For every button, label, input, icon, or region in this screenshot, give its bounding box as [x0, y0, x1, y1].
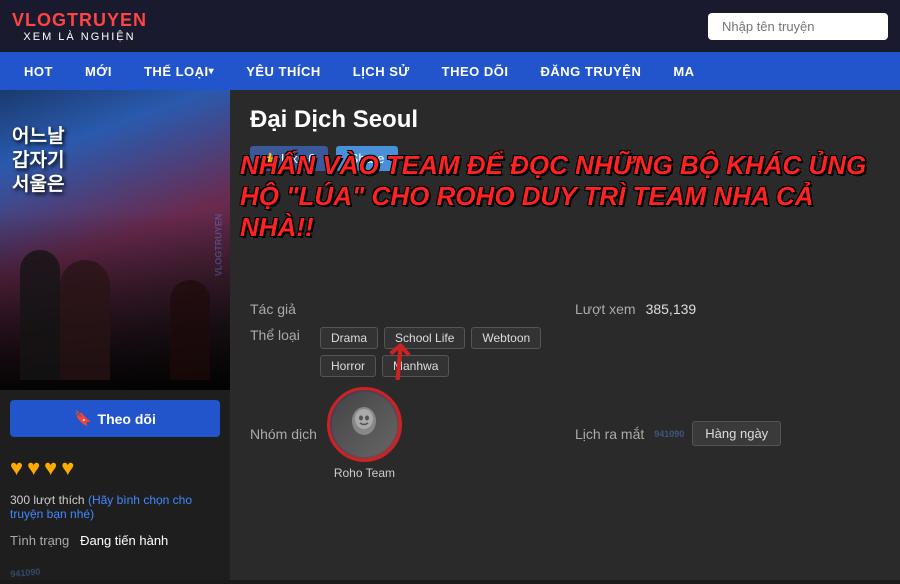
- team-avatar[interactable]: [327, 387, 402, 462]
- tac-gia-label: Tác giả: [250, 301, 310, 317]
- empty-cell: [575, 327, 880, 377]
- nav-item-dangtruyen[interactable]: ĐĂNG TRUYỆN: [525, 52, 658, 90]
- heart-4[interactable]: ♥: [61, 455, 74, 481]
- info-grid: Tác giả Lượt xem 385,139 Thể loại Drama …: [250, 301, 880, 480]
- nav-item-hot[interactable]: HOT: [8, 52, 69, 90]
- team-avatar-wrapper[interactable]: Roho Team: [327, 387, 402, 480]
- logo-top: VLOGTRUYEN: [12, 10, 147, 31]
- luot-xem-label: Lượt xem: [575, 301, 636, 317]
- status-label: Tình trạng: [10, 533, 69, 548]
- nav-item-moi[interactable]: MỚI: [69, 52, 128, 90]
- nhom-dich-area: ↗: [327, 387, 402, 480]
- tag-horror[interactable]: Horror: [320, 355, 376, 377]
- manga-title: Đại Dịch Seoul: [250, 106, 880, 134]
- sidebar: ROHOTEAM 어느날갑자기서울은 VLOGTRUYEN Theo dõi ♥…: [0, 90, 230, 580]
- share-label: Share: [350, 151, 385, 166]
- the-loai-row: Thể loại Drama School Life Webtoon Horro…: [250, 327, 555, 377]
- lich-ra-mat-value: Hàng ngày: [692, 421, 781, 446]
- overlay-line2: HỘ "LÚA" CHO ROHO DUY TRÌ TEAM NHA CẢ NH…: [240, 181, 890, 243]
- lich-ra-mat-row: Lịch ra mắt 941090 Hàng ngày: [575, 387, 880, 480]
- nav-item-theodoi[interactable]: THEO DÕI: [426, 52, 525, 90]
- status-value: Đang tiến hành: [80, 533, 168, 548]
- team-avatar-inner: [332, 392, 397, 457]
- nav-item-ma[interactable]: MA: [657, 52, 710, 90]
- likes-info: 300 lượt thích (Hãy bình chọn cho truyện…: [0, 489, 230, 525]
- tags-container: Drama School Life Webtoon Horror Manhwa: [320, 327, 555, 377]
- likes-count: 300 lượt thích: [10, 493, 85, 507]
- heart-1[interactable]: ♥: [10, 455, 23, 481]
- the-loai-label: Thể loại: [250, 327, 310, 343]
- nav-item-theloai[interactable]: THỂ LOẠI: [128, 52, 230, 90]
- nhom-dich-row: Nhóm dịch ↗: [250, 387, 555, 480]
- nav-item-yeuthich[interactable]: YÊU THÍCH: [230, 52, 337, 90]
- tag-manhwa[interactable]: Manhwa: [382, 355, 449, 377]
- logo-area[interactable]: VLOGTRUYEN XEM LÀ NGHIỆN: [12, 10, 147, 43]
- lich-ra-mat-value-area: 941090 Hàng ngày: [654, 421, 781, 446]
- follow-label: Theo dõi: [98, 411, 156, 427]
- search-input[interactable]: [708, 13, 888, 40]
- heart-2[interactable]: ♥: [27, 455, 40, 481]
- header: VLOGTRUYEN XEM LÀ NGHIỆN: [0, 0, 900, 52]
- tag-drama[interactable]: Drama: [320, 327, 378, 349]
- watermark-number: 941090: [654, 429, 684, 439]
- manga-cover: ROHOTEAM 어느날갑자기서울은 VLOGTRUYEN: [0, 90, 230, 390]
- content-area: ROHOTEAM 어느날갑자기서울은 VLOGTRUYEN Theo dõi ♥…: [0, 90, 900, 580]
- luot-xem-value: 385,139: [646, 301, 697, 317]
- tag-school[interactable]: School Life: [384, 327, 465, 349]
- nav-item-lichsu[interactable]: LỊCH SỬ: [337, 52, 426, 90]
- hearts-row: ♥ ♥ ♥ ♥: [0, 447, 230, 489]
- logo-sub: XEM LÀ NGHIỆN: [23, 31, 135, 43]
- action-buttons: Like 0 Share: [250, 146, 880, 171]
- lich-ra-mat-label: Lịch ra mắt: [575, 426, 644, 442]
- share-button[interactable]: Share: [336, 146, 399, 171]
- tag-webtoon[interactable]: Webtoon: [471, 327, 541, 349]
- nav-bar: HOT MỚI THỂ LOẠI YÊU THÍCH LỊCH SỬ THEO …: [0, 52, 900, 90]
- main-area: Đại Dịch Seoul Like 0 Share NHẤN VÀO TEA…: [230, 90, 900, 580]
- like-button[interactable]: Like 0: [250, 146, 328, 171]
- follow-button[interactable]: Theo dõi: [10, 400, 220, 437]
- cover-watermark: VLOGTRUYEN: [214, 214, 224, 277]
- nhom-dich-label: Nhóm dịch: [250, 426, 317, 442]
- team-name: Roho Team: [334, 466, 395, 480]
- luot-xem-row: Lượt xem 385,139: [575, 301, 880, 317]
- tac-gia-row: Tác giả: [250, 301, 555, 317]
- like-label: Like 0: [281, 151, 316, 166]
- heart-3[interactable]: ♥: [44, 455, 57, 481]
